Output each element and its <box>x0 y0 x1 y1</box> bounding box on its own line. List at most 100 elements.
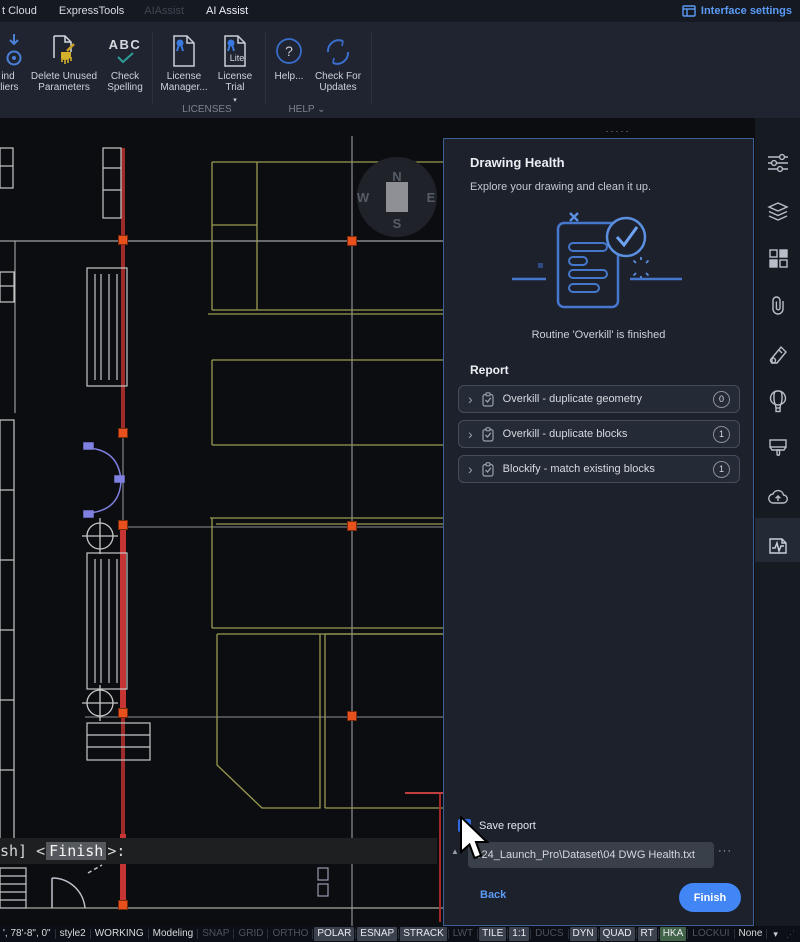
mouse-cursor <box>458 816 492 867</box>
ribbon-label: ind <box>1 71 14 82</box>
statusbar-selection-mode[interactable]: None <box>736 927 766 941</box>
drawing-health-panel: Drawing Health Explore your drawing and … <box>443 138 754 926</box>
health-check-illustration <box>510 207 685 330</box>
compass-east-label: E <box>427 190 436 205</box>
expand-chevron-icon[interactable]: › <box>468 462 473 476</box>
statusbar-toggle-ortho[interactable]: ORTHO <box>269 927 311 941</box>
license-trial-button[interactable]: Lite License Trial ▾ <box>207 30 263 106</box>
statusbar-toggle-hka[interactable]: HKA <box>660 927 687 941</box>
panel-drag-handle[interactable]: ····· <box>596 126 640 136</box>
statusbar-profile[interactable]: Modeling <box>150 927 197 941</box>
ribbon-label: Updates <box>319 82 356 93</box>
room-outlines[interactable] <box>208 162 443 808</box>
drawing-health-icon[interactable] <box>766 533 790 557</box>
clipboard-check-icon <box>481 392 495 407</box>
ribbon-label: Check <box>111 71 139 82</box>
menu-item-cloud[interactable]: t Cloud <box>2 5 37 17</box>
cloud-upload-icon[interactable] <box>766 485 790 509</box>
svg-text:Lite: Lite <box>230 53 245 63</box>
ribbon-label: Check For <box>315 71 361 82</box>
layers-icon[interactable] <box>766 199 790 223</box>
expand-chevron-icon[interactable]: › <box>468 427 473 441</box>
menu-bar: t Cloud ExpressTools AIAssist AI Assist … <box>0 0 800 22</box>
compass-north-label: N <box>392 169 401 184</box>
panel-dock-sidebar <box>755 118 800 926</box>
ribbon-label: Manager... <box>160 82 207 93</box>
license-manager-button[interactable]: License Manager... <box>153 30 215 93</box>
command-line[interactable]: sh] <Finish>: <box>0 838 437 864</box>
svg-text:?: ? <box>285 43 293 59</box>
report-path-field[interactable]: v24_Launch_Pro\Dataset\04 DWG Health.txt <box>468 842 714 868</box>
find-outliers-icon <box>0 30 23 68</box>
report-row-duplicate-blocks[interactable]: › Overkill - duplicate blocks 1 <box>458 420 740 448</box>
statusbar-text-style[interactable]: style2 <box>57 927 89 941</box>
resize-grip-icon[interactable]: ⋰ <box>786 929 800 940</box>
statusbar-toggle-esnap[interactable]: ESNAP <box>357 927 397 941</box>
check-for-updates-icon <box>322 30 354 68</box>
properties-sliders-icon[interactable] <box>766 151 790 175</box>
report-row-duplicate-geometry[interactable]: › Overkill - duplicate geometry 0 <box>458 385 740 413</box>
bricscad-window: t Cloud ExpressTools AIAssist AI Assist … <box>0 0 800 942</box>
interface-settings-button[interactable]: Interface settings <box>682 0 792 22</box>
help-group-chevron-icon[interactable]: ⌄ <box>317 104 325 115</box>
wall-fixtures[interactable] <box>0 148 328 908</box>
statusbar-toggle-dyn[interactable]: DYN <box>570 927 597 941</box>
statusbar-toggle-grid[interactable]: GRID <box>235 927 266 941</box>
back-button[interactable]: Back <box>480 889 506 901</box>
statusbar-toggle-tile[interactable]: TILE <box>479 927 506 941</box>
ribbon: ind tliers Delete Unused Parameters <box>0 22 800 118</box>
command-keyword-finish[interactable]: Finish <box>46 842 106 860</box>
license-trial-icon: Lite <box>220 30 250 68</box>
panel-subtitle: Explore your drawing and clean it up. <box>470 181 651 193</box>
ribbon-group-help: HELP ⌄ <box>272 104 342 115</box>
ribbon-label: Spelling <box>107 82 143 93</box>
selection-grips[interactable] <box>119 236 357 910</box>
statusbar-toggle-quad[interactable]: QUAD <box>600 927 635 941</box>
report-item-label: Overkill - duplicate blocks <box>503 428 705 440</box>
sheet-set-icon[interactable] <box>766 342 790 366</box>
clipboard-check-icon <box>481 462 495 477</box>
statusbar-toggle-strack[interactable]: STRACK <box>400 927 447 941</box>
selected-wall-line[interactable] <box>121 148 443 922</box>
statusbar-toggle-polar[interactable]: POLAR <box>314 927 354 941</box>
svg-text:ABC: ABC <box>109 37 142 52</box>
interface-settings-icon <box>682 5 696 17</box>
clipboard-check-icon <box>481 427 495 442</box>
ribbon-label: License <box>167 71 201 82</box>
status-bar: ', 78'-8", 0" style2 WORKING Modeling SN… <box>0 926 800 942</box>
ribbon-label: License <box>218 71 252 82</box>
statusbar-toggle-snap[interactable]: SNAP <box>199 927 232 941</box>
ribbon-label: Parameters <box>38 82 90 93</box>
delete-unused-parameters-icon <box>47 30 81 68</box>
statusbar-toggle-rt[interactable]: RT <box>638 927 657 941</box>
attachments-paperclip-icon[interactable] <box>766 294 790 318</box>
render-balloon-icon[interactable] <box>766 389 790 413</box>
license-manager-icon <box>169 30 199 68</box>
statusbar-toggle-lwt[interactable]: LWT <box>450 927 476 941</box>
compass-south-label: S <box>393 216 402 231</box>
statusbar-toggle-ducs[interactable]: DUCS <box>532 927 566 941</box>
help-icon: ? <box>274 30 304 68</box>
ribbon-separator <box>265 32 266 104</box>
statusbar-dropdown-icon[interactable]: ▾ <box>773 929 778 940</box>
expand-chevron-icon[interactable]: › <box>468 392 473 406</box>
statusbar-annotation-scale[interactable]: 1:1 <box>509 927 529 941</box>
finish-button[interactable]: Finish <box>679 883 741 912</box>
browse-path-button[interactable]: ··· <box>718 845 732 857</box>
statusbar-workspace[interactable]: WORKING <box>92 927 147 941</box>
ribbon-group-licenses: LICENSES <box>155 104 259 115</box>
menu-item-aiassist-disabled: AIAssist <box>144 5 184 17</box>
check-spelling-button[interactable]: ABC Check Spelling <box>99 30 151 93</box>
report-row-blockify[interactable]: › Blockify - match existing blocks 1 <box>458 455 740 483</box>
ribbon-label: Help... <box>275 71 304 82</box>
ribbon-label: Trial <box>225 82 244 93</box>
compass-west-label: W <box>357 190 370 205</box>
panel-title: Drawing Health <box>470 155 565 170</box>
menu-item-expresstools[interactable]: ExpressTools <box>59 5 124 17</box>
statusbar-toggle-lockui[interactable]: LOCKUI <box>689 927 732 941</box>
delete-unused-parameters-button[interactable]: Delete Unused Parameters <box>26 30 102 93</box>
hatch-paintbrush-icon[interactable] <box>766 436 790 460</box>
blocks-icon[interactable] <box>766 246 790 270</box>
menu-item-ai-assist[interactable]: AI Assist <box>206 5 248 17</box>
check-for-updates-button[interactable]: Check For Updates <box>304 30 372 93</box>
